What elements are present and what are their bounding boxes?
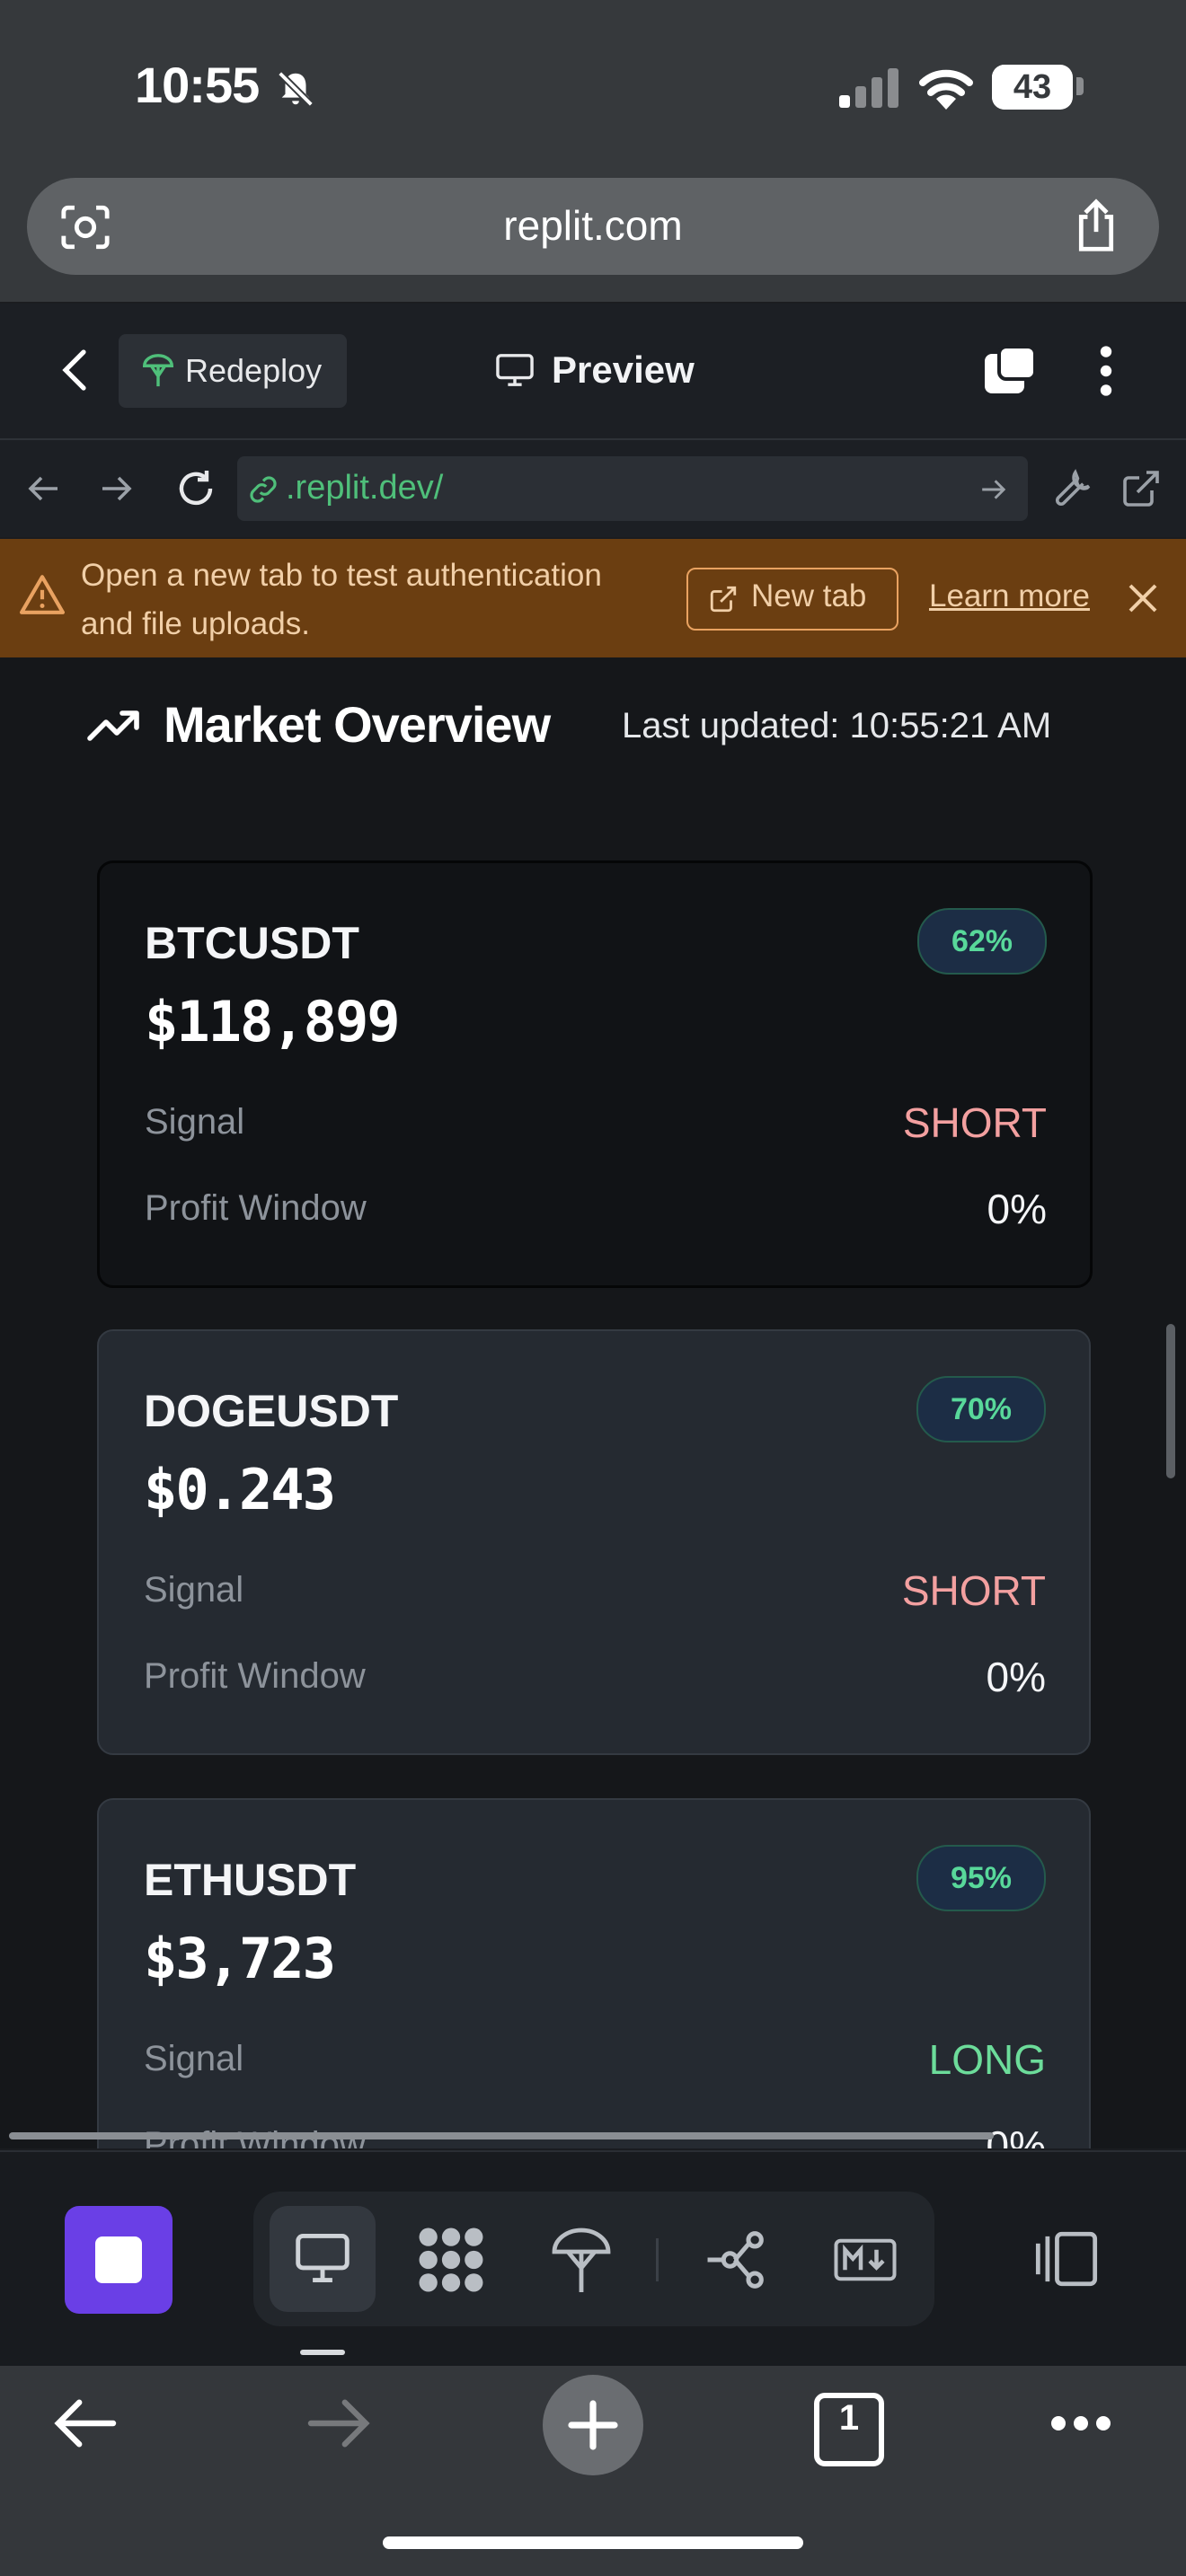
profit-window-value: 0% [986, 2122, 1046, 2148]
battery-tip [1076, 77, 1084, 95]
url-text[interactable]: replit.com [0, 201, 1186, 250]
preview-tool-button[interactable] [270, 2206, 376, 2312]
signal-value: LONG [928, 2036, 1046, 2083]
signal-value: SHORT [901, 1567, 1046, 1614]
link-icon [250, 476, 277, 503]
arrow-right-icon[interactable] [99, 472, 135, 505]
signal-label: Signal [145, 1102, 245, 1142]
market-card[interactable]: DOGEUSDT 70% $0.243 Signal SHORT Profit … [97, 1329, 1091, 1755]
stop-icon [95, 2236, 142, 2283]
tabs-toggle-icon[interactable] [981, 343, 1039, 399]
page-title: Market Overview [164, 696, 551, 753]
confidence-badge: 62% [916, 908, 1047, 975]
arrow-right-icon[interactable] [305, 2395, 374, 2452]
profit-window-label: Profit Window [145, 1188, 367, 1228]
redeploy-label: Redeploy [185, 352, 323, 389]
plus-icon [568, 2400, 618, 2450]
share-icon[interactable] [1069, 198, 1123, 253]
new-tab-label: New tab [751, 578, 867, 613]
arrow-left-icon[interactable] [50, 2395, 119, 2452]
deploy-icon[interactable] [552, 2224, 611, 2296]
signal-label: Signal [144, 1570, 244, 1610]
profit-window-label: Profit Window [144, 1656, 366, 1696]
grid-icon[interactable] [417, 2226, 485, 2294]
card-clip: ETHUSDT 95% $3,723 Signal LONG Profit Wi… [0, 1796, 1186, 2148]
card-price: $0.243 [144, 1457, 336, 1522]
close-icon[interactable] [1125, 580, 1161, 616]
learn-more-link[interactable]: Learn more [929, 578, 1090, 614]
go-arrow-icon[interactable] [979, 476, 1008, 503]
card-symbol: BTCUSDT [145, 918, 359, 968]
home-indicator [383, 2536, 803, 2549]
card-symbol: DOGEUSDT [144, 1386, 399, 1436]
last-updated: Last updated: 10:55:21 AM [622, 706, 1052, 745]
wifi-icon [919, 69, 973, 110]
bell-slash-icon [278, 71, 314, 107]
banner-message: Open a new tab to test authentication an… [81, 558, 602, 641]
signal-label: Signal [144, 2039, 244, 2078]
profit-window-value: 0% [987, 1186, 1047, 1232]
more-horizontal-icon[interactable] [1049, 2414, 1112, 2432]
monitor-icon [496, 354, 534, 386]
battery-level: 43 [1013, 68, 1052, 106]
active-tool-indicator [300, 2350, 345, 2355]
redeploy-icon [143, 354, 173, 387]
tab-count: 1 [838, 2398, 860, 2438]
card-price: $3,723 [144, 1926, 336, 1991]
market-card[interactable]: BTCUSDT 62% $118,899 Signal SHORT Profit… [97, 860, 1093, 1288]
new-tab-plus-button[interactable] [543, 2375, 643, 2475]
trending-up-icon [87, 710, 139, 741]
markdown-icon[interactable] [834, 2238, 897, 2281]
confidence-badge: 70% [916, 1376, 1046, 1442]
cellular-signal-icon [839, 68, 898, 108]
warning-icon [20, 575, 65, 614]
arrow-left-icon[interactable] [25, 472, 61, 505]
card-price: $118,899 [145, 989, 401, 1054]
reload-icon[interactable] [174, 467, 217, 510]
market-card[interactable]: ETHUSDT 95% $3,723 Signal LONG Profit Wi… [97, 1798, 1091, 2148]
profit-window-value: 0% [986, 1654, 1046, 1700]
card-symbol: ETHUSDT [144, 1855, 357, 1905]
confidence-badge: 95% [916, 1845, 1046, 1911]
split-pane-icon[interactable] [1033, 2229, 1100, 2289]
preview-address-text[interactable]: .replit.dev/ [286, 469, 443, 507]
more-vertical-icon[interactable] [1094, 343, 1118, 399]
status-time: 10:55 [135, 57, 260, 113]
toolbar-divider [656, 2238, 659, 2281]
stop-button[interactable] [65, 2206, 173, 2314]
wrench-icon[interactable] [1051, 467, 1094, 510]
preview-tab-title[interactable]: Preview [552, 348, 695, 392]
external-link-icon[interactable] [1120, 467, 1163, 510]
signal-value: SHORT [902, 1099, 1047, 1146]
vertical-scrollbar[interactable] [1166, 1324, 1175, 1478]
preview-icon [296, 2234, 350, 2282]
external-link-icon [710, 586, 737, 613]
battery-icon: 43 [992, 65, 1073, 110]
horizontal-scrollbar[interactable] [9, 2132, 994, 2139]
git-icon[interactable] [703, 2228, 767, 2292]
back-chevron-icon[interactable] [59, 347, 90, 393]
